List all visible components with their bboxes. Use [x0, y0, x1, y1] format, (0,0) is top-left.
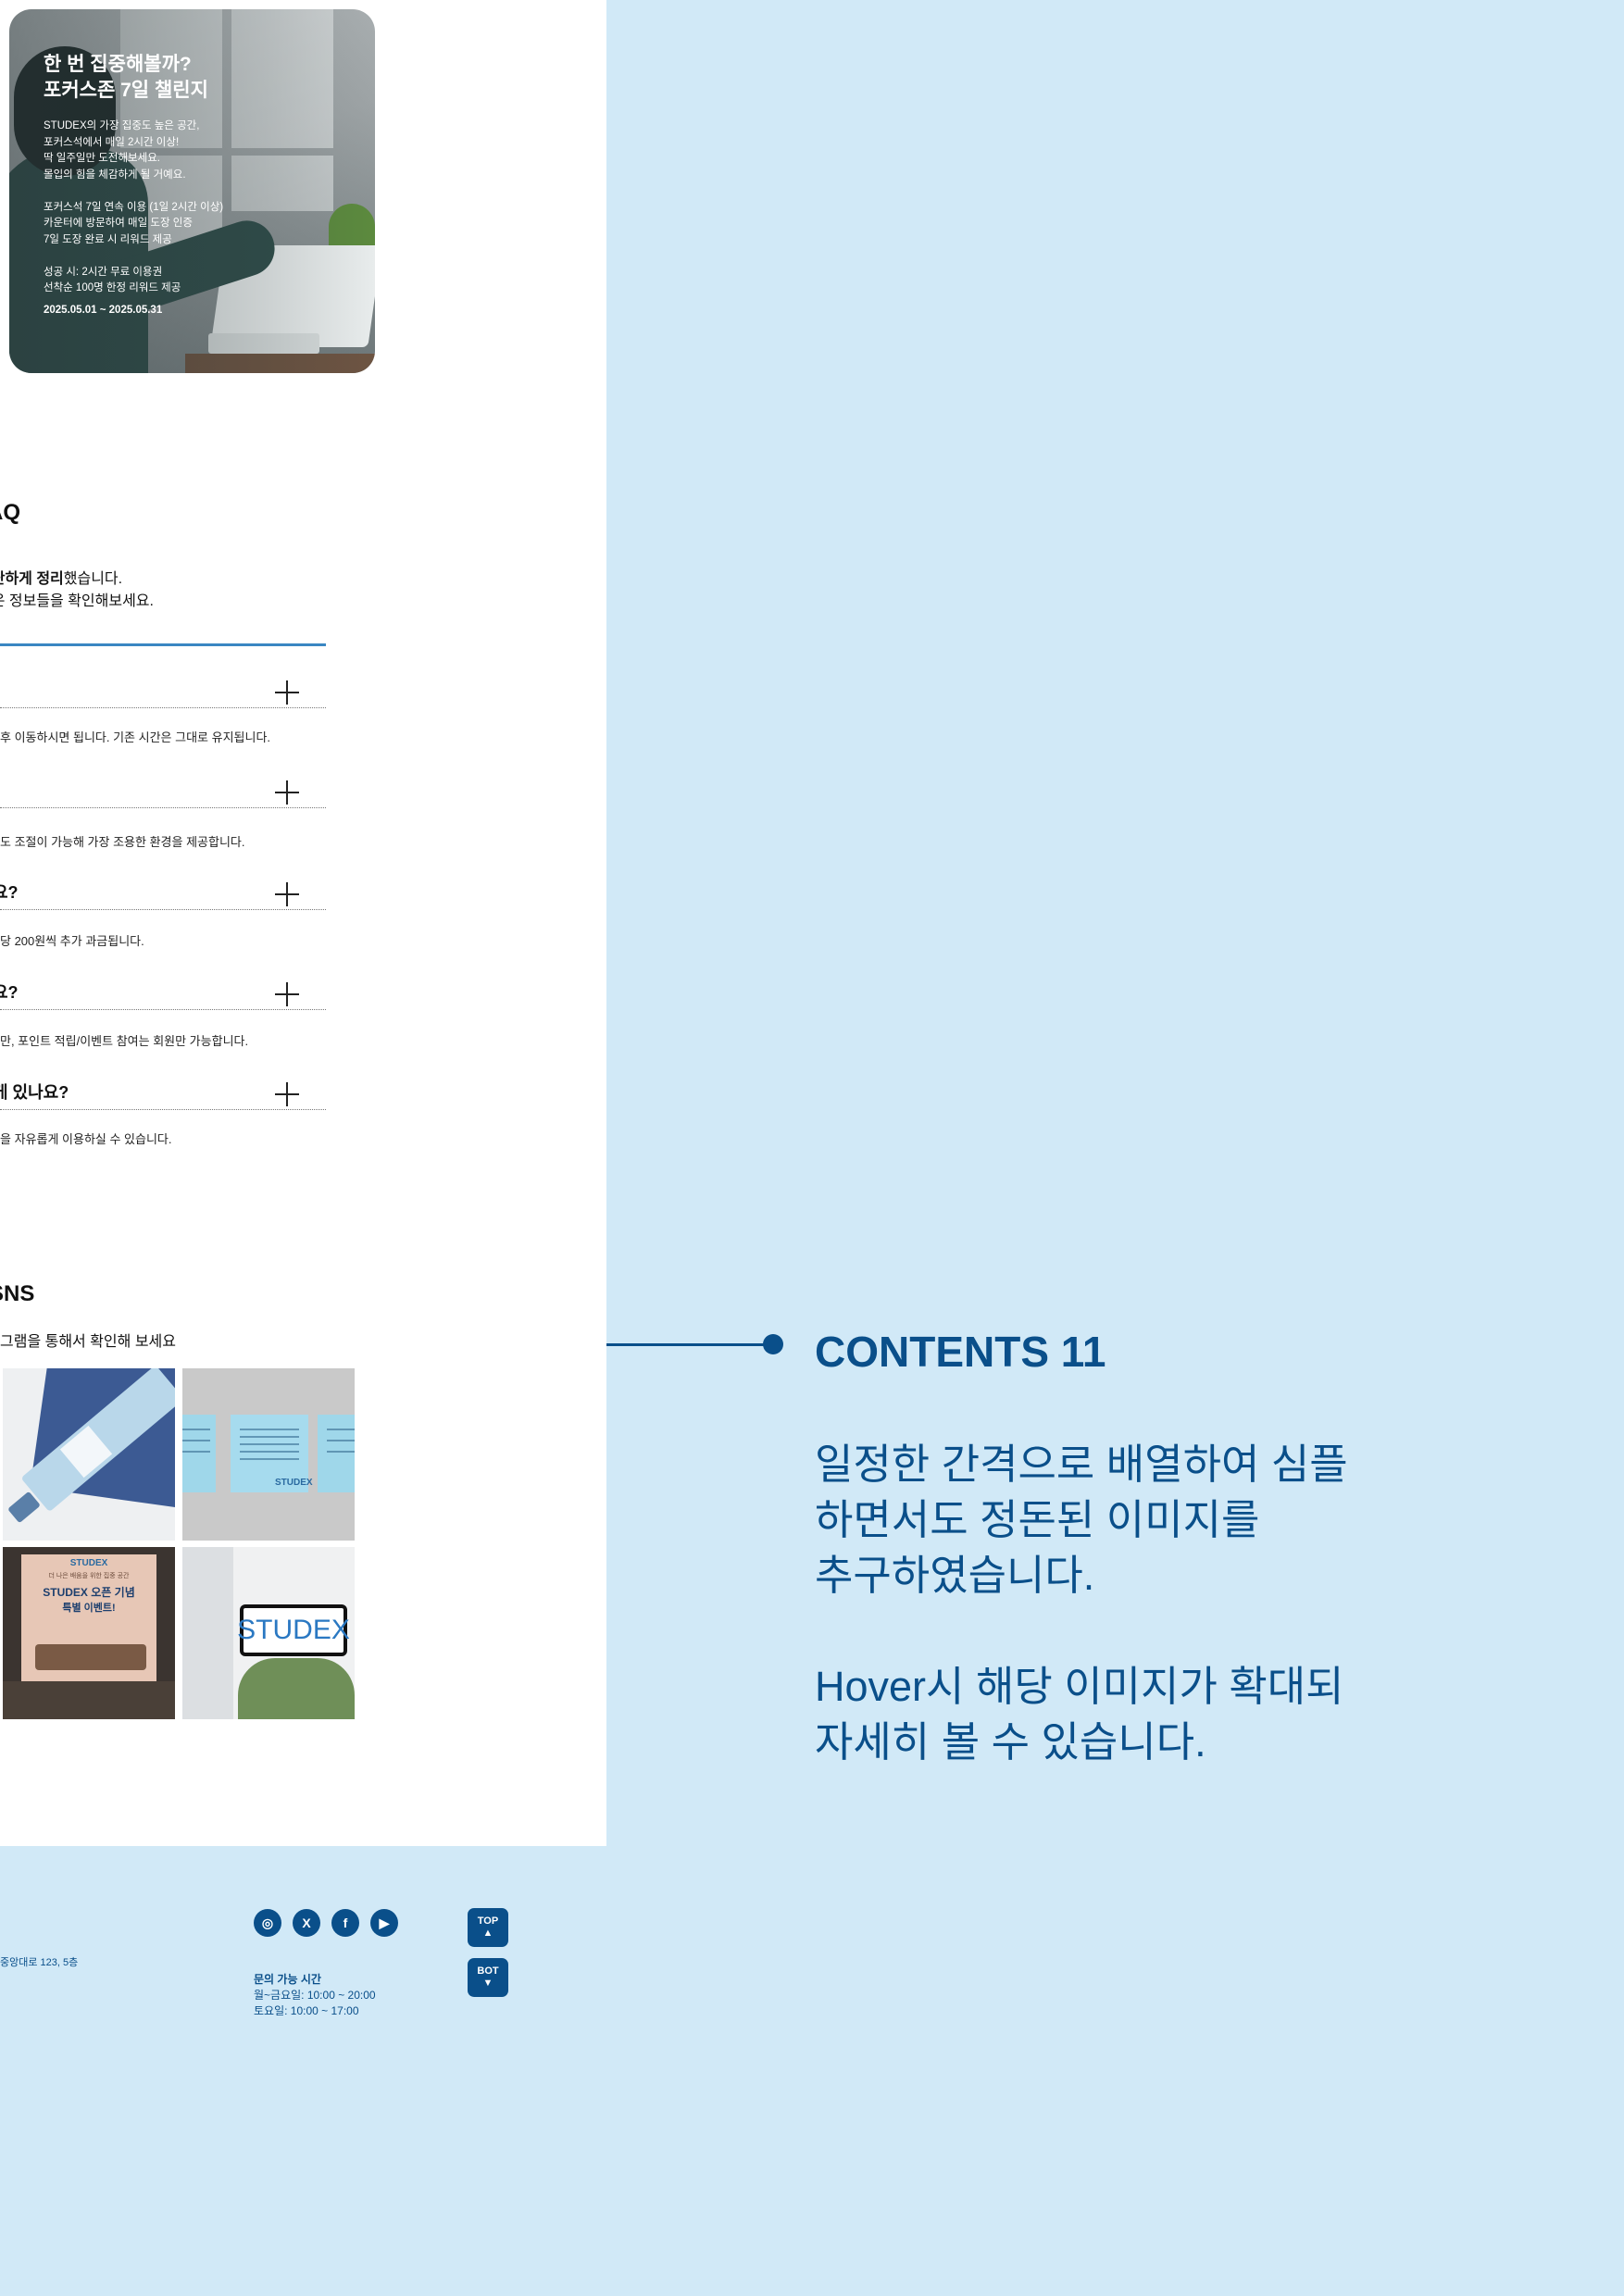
faq-question[interactable]: 요? [0, 882, 326, 910]
contents-title: CONTENTS 11 [815, 1328, 1106, 1376]
notes-brand: STUDEX [275, 1478, 313, 1488]
poster-headline: STUDEX 오픈 기념 [43, 1586, 135, 1599]
page-panel: 한 번 집중해볼까? 포커스존 7일 챌린지 STUDEX의 가장 집중도 높은… [0, 0, 606, 1846]
faq-answer: 만, 포인트 적립/이벤트 참여는 회원만 가능합니다. [0, 1034, 249, 1048]
arrow-up-icon: ▲ [482, 1928, 493, 1939]
sign-text: STUDEX [237, 1604, 350, 1656]
hours-weekday: 월~금요일: 10:00 ~ 20:00 [254, 1989, 376, 2002]
faq-question[interactable] [0, 780, 326, 808]
faq-intro-rest: 했습니다. [63, 571, 123, 587]
instagram-icon[interactable]: ◎ [254, 1909, 281, 1937]
arrow-down-icon: ▼ [482, 1978, 493, 1989]
connector-line [606, 1343, 769, 1346]
footer-address: 중앙대로 123, 5층 [0, 1957, 79, 1968]
sns-image-notes[interactable]: STUDEX [182, 1368, 355, 1541]
faq-answer: 을 자유롭게 이용하실 수 있습니다. [0, 1132, 172, 1146]
plus-icon[interactable] [275, 680, 299, 705]
sns-title: SNS [0, 1281, 35, 1306]
sns-description: 그램을 통해서 확인해 보세요 [0, 1334, 176, 1350]
notes-illustration [182, 1415, 355, 1492]
top-button[interactable]: TOP ▲ [468, 1908, 508, 1947]
faq-intro-bold: 간단하게 정리 [0, 571, 64, 587]
challenge-title: 한 번 집중해볼까? 포커스존 7일 챌린지 [44, 54, 208, 101]
bookmark-illustration [8, 1368, 175, 1523]
poster-headline-2: 특별 이벤트! [62, 1603, 116, 1614]
youtube-icon[interactable]: ▶ [370, 1909, 398, 1937]
faq-question[interactable]: 요? [0, 982, 326, 1010]
bot-label: BOT [477, 1965, 499, 1977]
faq-question[interactable]: 게 있나요? [0, 1082, 326, 1110]
sns-image-signboard[interactable]: STUDEX [182, 1547, 355, 1719]
faq-question-text: 게 있나요? [0, 1083, 69, 1102]
x-icon[interactable]: X [293, 1909, 320, 1937]
facebook-icon[interactable]: f [331, 1909, 359, 1937]
hours-title: 문의 가능 시간 [254, 1973, 321, 1986]
plus-icon[interactable] [275, 882, 299, 906]
sns-image-poster[interactable]: STUDEX 더 나은 배움을 위한 집중 공간 STUDEX 오픈 기념 특별… [3, 1547, 175, 1719]
challenge-card[interactable]: 한 번 집중해볼까? 포커스존 7일 챌린지 STUDEX의 가장 집중도 높은… [9, 9, 375, 373]
sns-image-bookmark[interactable] [3, 1368, 175, 1541]
poster-photo-shape [35, 1644, 146, 1670]
top-label: TOP [477, 1915, 499, 1927]
faq-divider [0, 643, 326, 646]
plus-icon[interactable] [275, 1082, 299, 1106]
trees-shape [238, 1658, 355, 1719]
faq-intro-line2: 좋은 정보들을 확인해보세요. [0, 593, 154, 609]
faq-answer: 후 이동하시면 됩니다. 기존 시간은 그대로 유지됩니다. [0, 730, 271, 744]
connector-dot [763, 1334, 783, 1354]
faq-question-text: 요? [0, 883, 19, 902]
floor-shape [3, 1681, 175, 1719]
poster-subtitle: 더 나은 배움을 위한 집중 공간 [48, 1573, 130, 1579]
plus-icon[interactable] [275, 982, 299, 1006]
faq-question-text: 요? [0, 983, 19, 1002]
challenge-body: STUDEX의 가장 집중도 높은 공간, 포커스석에서 매일 2시간 이상! … [44, 120, 224, 293]
challenge-date: 2025.05.01 ~ 2025.05.31 [44, 304, 163, 316]
bot-button[interactable]: BOT ▼ [468, 1958, 508, 1997]
faq-intro: 간단하게 정리했습니다. 좋은 정보들을 확인해보세요. [0, 568, 154, 613]
contents-description: 일정한 간격으로 배열하여 심플 하면서도 정돈된 이미지를 추구하였습니다. … [815, 1441, 1348, 1766]
plus-icon[interactable] [275, 780, 299, 805]
hours-saturday: 토요일: 10:00 ~ 17:00 [254, 2004, 359, 2017]
faq-answer: 당 200원씩 추가 과금됩니다. [0, 934, 144, 948]
wall-shape [182, 1547, 233, 1719]
faq-answer: 도 조절이 가능해 가장 조용한 환경을 제공합니다. [0, 835, 245, 849]
challenge-text: 한 번 집중해볼까? 포커스존 7일 챌린지 STUDEX의 가장 집중도 높은… [44, 52, 223, 316]
poster-text: STUDEX 더 나은 배움을 위한 집중 공간 STUDEX 오픈 기념 특별… [21, 1558, 156, 1615]
poster-brand: STUDEX [69, 1558, 108, 1568]
faq-title: AQ [0, 500, 20, 525]
faq-question[interactable] [0, 680, 326, 708]
